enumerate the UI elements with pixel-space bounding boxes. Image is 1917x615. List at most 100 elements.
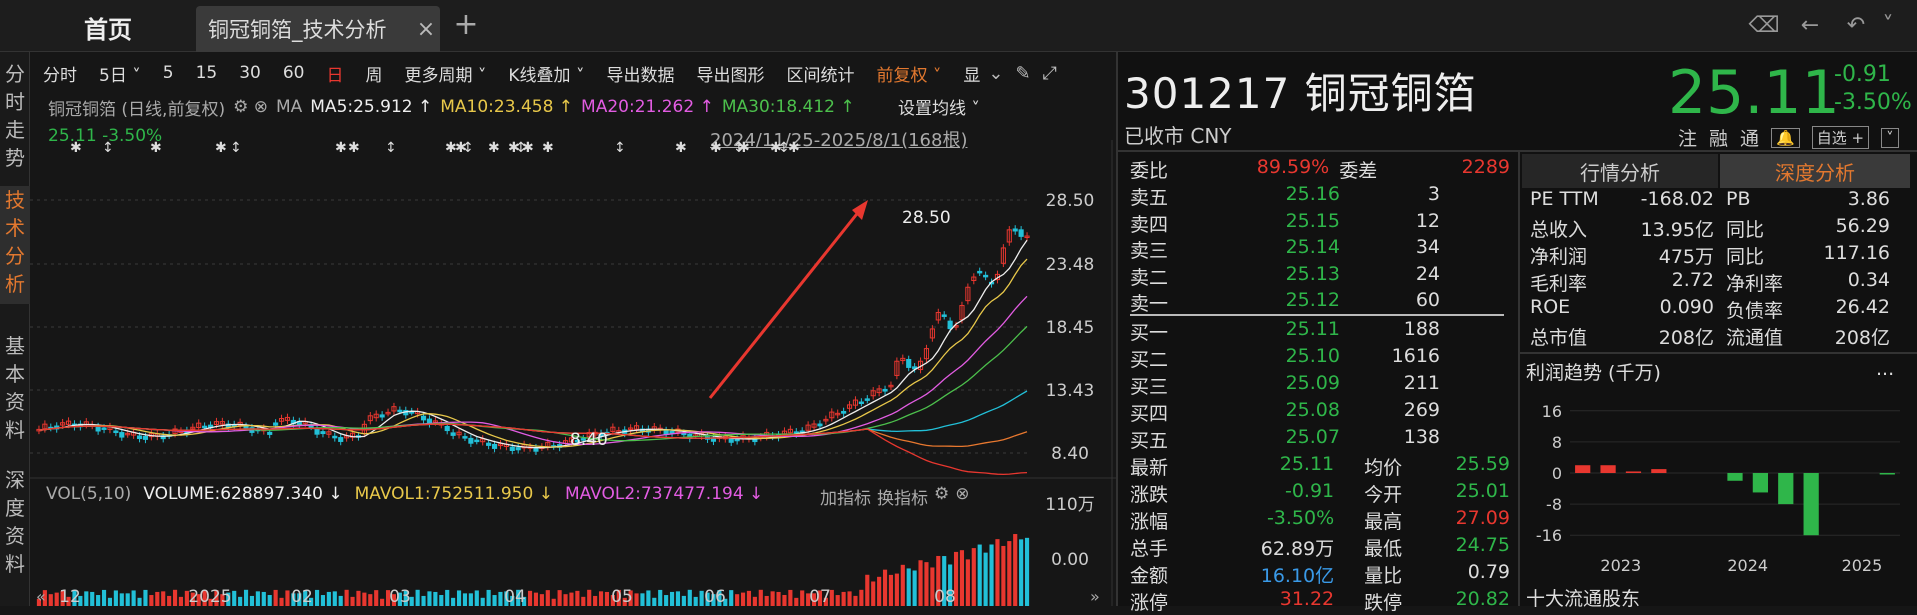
settings-icon[interactable]: ⚙ <box>934 484 949 509</box>
profit-bar <box>1625 471 1642 473</box>
toolbar-forward-adjust[interactable]: 前复权 ˅ <box>865 61 952 86</box>
nav-time-trend[interactable]: 分 时 走 势 <box>0 60 30 178</box>
volume-bar <box>918 560 923 606</box>
bell-icon[interactable]: 🔔 <box>1771 127 1800 148</box>
bid-row[interactable]: 买一 25.11 188 <box>1130 318 1510 345</box>
volume-legend: VOL(5,10) VOLUME:628897.340 ↓ MAVOL1:752… <box>46 484 763 504</box>
ask-row[interactable]: 卖四 25.15 12 <box>1130 210 1510 237</box>
note-icon[interactable]: 注 <box>1678 124 1697 151</box>
event-marker-icon[interactable]: ✱ <box>215 140 227 156</box>
tab-technical-analysis[interactable]: 铜冠铜箔_技术分析 × <box>196 6 440 52</box>
fundamental-row: 总收入 13.95亿 同比 56.29 <box>1530 215 1890 242</box>
toolbar-more-periods[interactable]: 更多周期 ˅ <box>393 61 497 86</box>
fund-key: 毛利率 <box>1530 273 1588 295</box>
more-button[interactable]: ... <box>1876 358 1894 380</box>
chart-settings-icon[interactable]: ⚙ ⊗ <box>233 97 268 117</box>
book-level-label: 卖五 <box>1130 187 1169 209</box>
fundamental-row: 净利润 475万 同比 117.16 <box>1530 242 1890 269</box>
event-marker-icon[interactable]: ✱ <box>335 140 347 156</box>
add-indicator-button[interactable]: 加指标 <box>820 484 871 509</box>
stat-label: 总手 <box>1130 538 1169 560</box>
stat-value-2: 20.82 <box>1455 588 1510 610</box>
close-icon[interactable]: ⊗ <box>955 484 969 509</box>
expand-icon[interactable]: ⤢ <box>1037 63 1063 84</box>
event-marker-icon[interactable]: ✱ <box>348 140 360 156</box>
toolbar-5day[interactable]: 5日 ˅ <box>88 61 152 86</box>
nav-technical-analysis[interactable]: 技 术 分 析 <box>0 186 30 304</box>
connect-icon[interactable]: 通 <box>1740 124 1759 151</box>
toolbar-kline-overlay[interactable]: K线叠加 ˅ <box>497 61 595 86</box>
stat-label: 涨跌 <box>1130 484 1169 506</box>
tab-depth-analysis[interactable]: 深度分析 <box>1720 154 1910 188</box>
toolbar-weekly[interactable]: 周 <box>354 61 393 86</box>
candle-body <box>515 447 521 451</box>
add-watchlist-button[interactable]: 自选 + <box>1811 126 1870 149</box>
event-marker-icon[interactable]: ✱ <box>150 140 162 156</box>
event-marker-icon[interactable]: ✱ <box>738 140 750 156</box>
toolbar-30min[interactable]: 30 <box>228 63 272 83</box>
ask-row[interactable]: 卖二 25.13 24 <box>1130 263 1510 290</box>
ask-row[interactable]: 卖三 25.14 34 <box>1130 236 1510 263</box>
chevron-down-icon[interactable]: ˅ <box>1872 12 1904 40</box>
scroll-left-icon[interactable]: « <box>36 587 46 606</box>
event-marker-icon[interactable]: ✱ <box>675 140 687 156</box>
set-average-button[interactable]: 设置均线 ˅ <box>898 94 980 119</box>
toolbar-60min[interactable]: 60 <box>272 63 316 83</box>
close-icon[interactable]: × <box>412 17 440 42</box>
event-marker-icon[interactable]: ✱ <box>788 140 800 156</box>
volume-bar <box>752 596 757 606</box>
bid-row[interactable]: 买三 25.09 211 <box>1130 372 1510 399</box>
nav-depth-info[interactable]: 深 度 资 料 <box>0 466 30 584</box>
volume-bar <box>232 590 237 606</box>
toolbar-export-data[interactable]: 导出数据 <box>595 61 685 86</box>
book-level-label: 买四 <box>1130 403 1169 425</box>
candle-body <box>474 439 480 443</box>
toolbar-display[interactable]: 显 <box>952 61 982 86</box>
candle-body <box>734 438 740 442</box>
event-marker-icon[interactable]: ↕ <box>102 140 114 156</box>
toolbar-daily[interactable]: 日 <box>315 61 354 86</box>
toolbar-intraday[interactable]: 分时 <box>32 61 88 86</box>
kline-chart[interactable]: ✱ ↕ ✱ ✱ ↕ ✱ ✱ ↕ ✱✱↕ ✱ ✱↕✱ ✱ ↕ ✱ ✱ ↕✱ ✱↕✱ 28.50 8.40 28.5… <box>30 140 1118 606</box>
undo-icon[interactable]: ↶ <box>1840 12 1872 40</box>
change-indicator-button[interactable]: 换指标 <box>877 484 928 509</box>
bid-row[interactable]: 买五 25.07 138 <box>1130 426 1510 453</box>
tab-market-analysis[interactable]: 行情分析 <box>1522 154 1718 188</box>
volume-bar <box>770 591 775 606</box>
toolbar-range-stats[interactable]: 区间统计 <box>775 61 865 86</box>
margin-icon[interactable]: 融 <box>1709 124 1728 151</box>
chevron-circle-icon[interactable]: ⌄ <box>982 63 1009 84</box>
tab-home[interactable]: 首页 <box>28 8 188 46</box>
volume-bar <box>137 597 142 606</box>
bid-row[interactable]: 买四 25.08 269 <box>1130 399 1510 426</box>
toolbar-export-chart[interactable]: 导出图形 <box>685 61 775 86</box>
ask-row[interactable]: 卖五 25.16 3 <box>1130 183 1510 210</box>
stat-label: 涨停 <box>1130 592 1169 614</box>
ma30-value: MA30:18.412 ↑ <box>721 97 855 117</box>
scroll-right-icon[interactable]: » <box>1090 587 1100 606</box>
bid-row[interactable]: 买二 25.10 1616 <box>1130 345 1510 372</box>
volume-bar <box>669 591 675 606</box>
event-marker-icon[interactable]: ✱ <box>70 140 82 156</box>
add-tab-icon[interactable]: + <box>450 10 482 42</box>
event-marker-icon[interactable]: ↕ <box>462 140 474 156</box>
ask-row[interactable]: 卖一 25.12 60 <box>1130 289 1510 316</box>
volume-bar <box>965 559 970 606</box>
brush-icon[interactable]: ✎ <box>1009 63 1036 84</box>
candle-body <box>1012 228 1018 232</box>
event-marker-icon[interactable]: ↕ <box>230 140 242 156</box>
event-marker-icon[interactable]: ↕ <box>385 140 397 156</box>
volume-bar <box>746 590 752 606</box>
watchlist-dropdown[interactable]: ˅ <box>1881 127 1899 148</box>
toolbar-5min[interactable]: 5 <box>152 63 185 83</box>
event-marker-icon[interactable]: ✱ <box>710 140 722 156</box>
toolbar-15min[interactable]: 15 <box>185 63 229 83</box>
fund-value: 0.090 <box>1659 296 1714 318</box>
clear-icon[interactable]: ⌫ <box>1748 12 1780 40</box>
event-marker-icon[interactable]: ✱ <box>522 140 534 156</box>
event-marker-icon[interactable]: ✱ <box>542 140 554 156</box>
back-arrow-icon[interactable]: ← <box>1794 12 1826 40</box>
event-marker-icon[interactable]: ↕ <box>614 140 626 156</box>
event-marker-icon[interactable]: ✱ <box>488 140 500 156</box>
nav-basic-info[interactable]: 基 本 资 料 <box>0 332 30 450</box>
